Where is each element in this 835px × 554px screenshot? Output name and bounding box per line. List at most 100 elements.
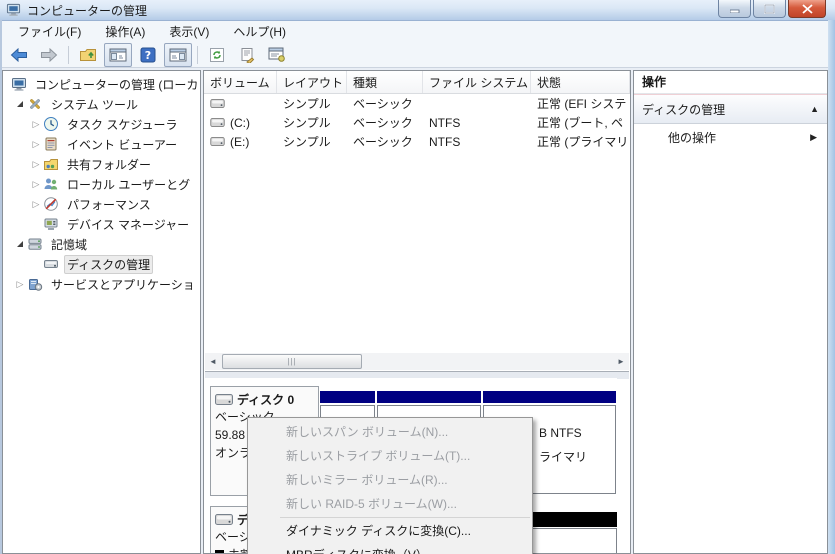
close-button[interactable]	[788, 0, 826, 18]
show-action-pane-icon	[169, 48, 187, 61]
tree-item-label: パフォーマンス	[67, 197, 151, 212]
actions-more-actions[interactable]: 他の操作 ▶	[634, 124, 827, 150]
collapsed-arrow-icon[interactable]: ▷	[13, 279, 27, 290]
window-right-border	[828, 20, 835, 554]
menu-view[interactable]: 表示(V)	[157, 21, 221, 42]
actions-disk-management-label: ディスクの管理	[642, 102, 726, 117]
properties-icon	[241, 47, 255, 63]
actions-disk-management-section[interactable]: ディスクの管理 ▲	[634, 94, 827, 124]
partition3-status-text: ライマリ	[539, 450, 588, 464]
horizontal-scrollbar[interactable]: ◄ ||| ►	[205, 353, 629, 370]
tree-item-event-viewer[interactable]: ▷ イベント ビューアー	[3, 134, 200, 154]
collapsed-arrow-icon[interactable]: ▷	[29, 199, 43, 210]
tree-item-label: システム ツール	[51, 97, 138, 112]
properties-button[interactable]	[233, 43, 261, 67]
tree-item-computer-management[interactable]: コンピューターの管理 (ローカ	[3, 74, 200, 94]
tree-item-shared-folders[interactable]: ▷ 共有フォルダー	[3, 154, 200, 174]
collapsed-arrow-icon[interactable]: ▷	[29, 159, 43, 170]
show-action-pane-button[interactable]	[164, 42, 192, 67]
titlebar[interactable]: コンピューターの管理	[0, 0, 835, 21]
console-window-button[interactable]	[263, 43, 291, 67]
column-header-type[interactable]: 種類	[347, 71, 423, 93]
menu-item-new-raid5-volume[interactable]: 新しい RAID-5 ボリューム(W)...	[248, 492, 532, 516]
scroll-right-icon[interactable]: ►	[613, 354, 629, 370]
maximize-button[interactable]	[753, 0, 786, 18]
column-header-volume[interactable]: ボリューム	[204, 71, 277, 93]
expanded-arrow-icon[interactable]	[13, 101, 27, 107]
volume-filesystem: NTFS	[429, 115, 461, 130]
volume-layout: シンプル	[283, 116, 331, 130]
partition3-size-text: B NTFS	[539, 426, 582, 440]
tree-item-disk-management[interactable]: ディスクの管理	[3, 254, 200, 274]
tree-item-performance[interactable]: ▷ パフォーマンス	[3, 194, 200, 214]
tree-item-system-tools[interactable]: システム ツール	[3, 94, 200, 114]
refresh-button[interactable]	[203, 43, 231, 67]
tree-item-services-applications[interactable]: ▷ サービスとアプリケーショ	[3, 274, 200, 294]
volume-filesystem: NTFS	[429, 134, 461, 149]
menu-item-new-spanned-volume[interactable]: 新しいスパン ボリューム(N)...	[248, 420, 532, 444]
menu-item-new-striped-volume[interactable]: 新しいストライプ ボリューム(T)...	[248, 444, 532, 468]
volume-list-header: ボリューム レイアウト 種類 ファイル システム 状態	[204, 71, 630, 94]
volume-name: (C:)	[230, 115, 250, 130]
horizontal-scrollbar-thumb[interactable]: |||	[222, 354, 362, 369]
volume-icon	[210, 118, 225, 127]
partition-header-bar	[320, 391, 375, 403]
volume-status: 正常 (プライマリ	[537, 135, 629, 149]
volume-layout: シンプル	[283, 135, 331, 149]
volume-status: 正常 (ブート, ペ	[537, 116, 623, 130]
unallocated-swatch	[215, 549, 224, 553]
help-button[interactable]: ?	[134, 43, 162, 67]
tree-item-local-users-groups[interactable]: ▷ ローカル ユーザーとグ	[3, 174, 200, 194]
menu-item-new-mirrored-volume[interactable]: 新しいミラー ボリューム(R)...	[248, 468, 532, 492]
volume-row-c[interactable]: (C:) シンプル ベーシック NTFS 正常 (ブート, ペ	[204, 113, 630, 132]
volume-row-e[interactable]: (E:) シンプル ベーシック NTFS 正常 (プライマリ	[204, 132, 630, 151]
tree-item-label: ローカル ユーザーとグ	[67, 177, 191, 192]
expanded-arrow-icon[interactable]	[13, 241, 27, 247]
menu-bar: ファイル(F) 操作(A) 表示(V) ヘルプ(H)	[0, 21, 835, 42]
collapsed-arrow-icon[interactable]: ▷	[29, 139, 43, 150]
performance-icon	[43, 196, 59, 212]
volume-type: ベーシック	[353, 97, 413, 111]
up-one-level-button[interactable]	[74, 43, 102, 67]
collapsed-arrow-icon[interactable]: ▷	[29, 119, 43, 130]
tree-item-label: 記憶域	[51, 237, 88, 252]
column-header-status[interactable]: 状態	[531, 71, 630, 93]
tree-item-storage[interactable]: 記憶域	[3, 234, 200, 254]
help-icon: ?	[140, 47, 156, 62]
forward-button[interactable]	[35, 43, 63, 67]
volume-icon	[210, 137, 225, 146]
menu-action[interactable]: 操作(A)	[93, 21, 157, 42]
refresh-icon	[210, 47, 224, 62]
menu-item-convert-to-dynamic-disk[interactable]: ダイナミック ディスクに変換(C)...	[248, 519, 532, 543]
column-header-filesystem[interactable]: ファイル システム	[423, 71, 531, 93]
tree-item-label: イベント ビューアー	[67, 137, 178, 152]
menu-item-convert-to-mbr-disk[interactable]: MBRディスクに変換（V）	[248, 543, 532, 554]
back-icon	[10, 47, 27, 62]
volume-row-efi[interactable]: シンプル ベーシック 正常 (EFI システ	[204, 94, 630, 113]
window-left-border	[0, 20, 2, 554]
tree-item-label: コンピューターの管理 (ローカ	[35, 77, 199, 92]
collapsed-arrow-icon[interactable]: ▷	[29, 179, 43, 190]
disk-icon	[215, 393, 233, 405]
console-window-icon	[268, 47, 285, 62]
tree-item-label: タスク スケジューラ	[67, 117, 178, 132]
volume-name: (E:)	[230, 134, 250, 149]
minimize-button[interactable]	[718, 0, 751, 18]
collapse-section-icon[interactable]: ▲	[810, 104, 819, 114]
disk-management-icon	[43, 256, 59, 272]
tree-item-task-scheduler[interactable]: ▷ タスク スケジューラ	[3, 114, 200, 134]
back-button[interactable]	[5, 43, 33, 67]
disk0-name: ディスク 0	[237, 392, 295, 407]
show-console-tree-button[interactable]	[104, 42, 132, 67]
users-icon	[43, 176, 59, 192]
tree-item-device-manager[interactable]: デバイス マネージャー	[3, 214, 200, 234]
scroll-left-icon[interactable]: ◄	[205, 354, 221, 370]
menu-help[interactable]: ヘルプ(H)	[221, 21, 298, 42]
window-title: コンピューターの管理	[27, 3, 148, 18]
svg-text:?: ?	[145, 49, 151, 62]
app-icon	[6, 2, 21, 20]
menu-file[interactable]: ファイル(F)	[6, 21, 93, 42]
submenu-arrow-icon: ▶	[810, 131, 817, 142]
volume-type: ベーシック	[353, 116, 413, 130]
column-header-layout[interactable]: レイアウト	[277, 71, 347, 93]
